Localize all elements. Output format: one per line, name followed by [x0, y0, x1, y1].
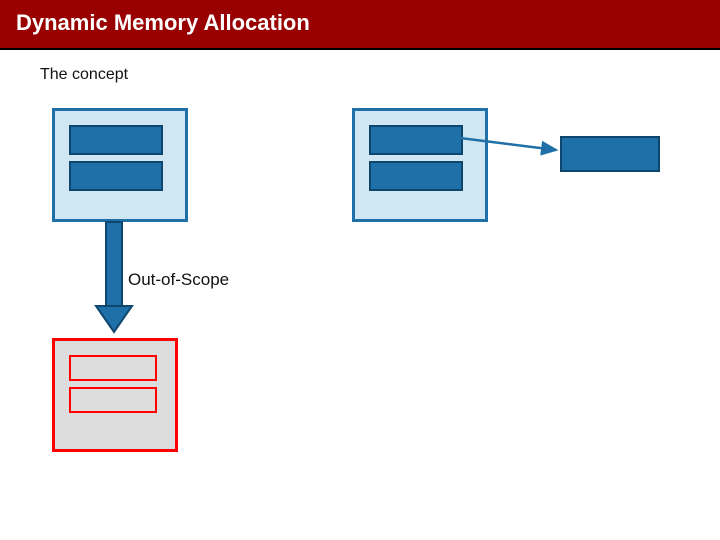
- out-of-scope-arrow: [96, 222, 132, 332]
- arrows-layer: [0, 0, 720, 540]
- pointer-arrow: [460, 138, 556, 150]
